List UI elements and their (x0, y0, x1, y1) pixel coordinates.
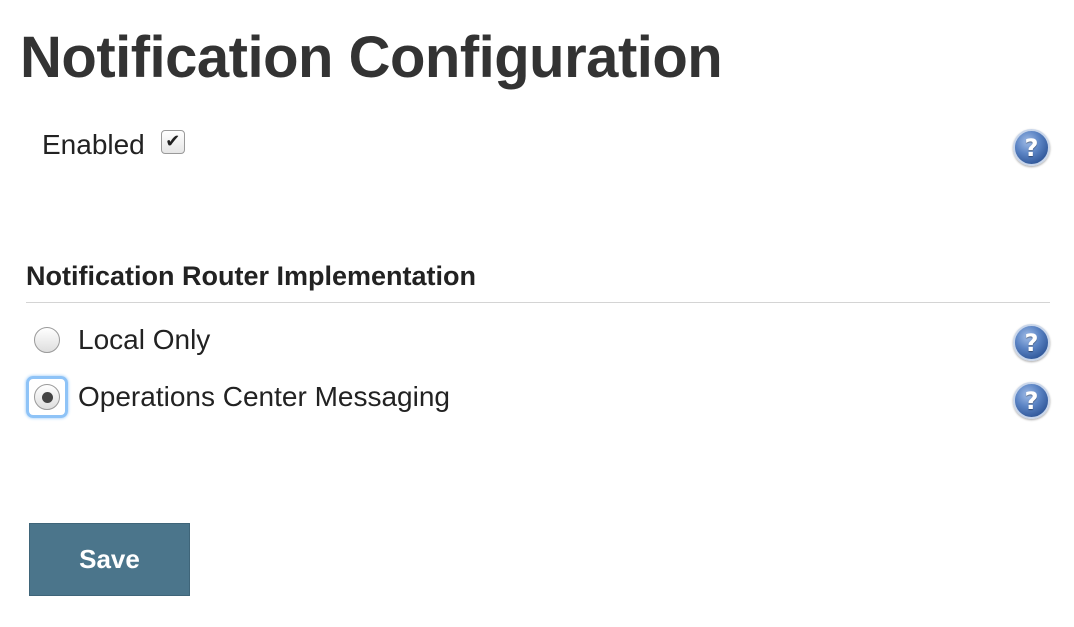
radio-circle (34, 327, 60, 353)
radio-circle (34, 384, 60, 410)
local-only-radio[interactable] (26, 319, 68, 361)
radio-option-local-only: Local Only (26, 318, 210, 362)
local-only-label[interactable]: Local Only (78, 321, 210, 359)
operations-center-messaging-radio[interactable] (26, 376, 68, 418)
operations-center-messaging-label[interactable]: Operations Center Messaging (78, 378, 450, 416)
operations-center-messaging-help-icon[interactable]: ? (1013, 382, 1050, 419)
enabled-checkbox[interactable]: ✔ (160, 130, 185, 154)
radio-option-operations-center-messaging: Operations Center Messaging (26, 375, 450, 419)
question-mark-glyph: ? (1024, 134, 1039, 162)
page-title: Notification Configuration (20, 25, 723, 90)
checkmark-icon: ✔ (165, 131, 181, 152)
enabled-row: Enabled ✔ (42, 126, 185, 164)
save-button[interactable]: Save (29, 523, 190, 596)
router-section-header: Notification Router Implementation (26, 261, 477, 291)
notification-configuration-page: Notification Configuration Enabled ✔ ? N… (0, 0, 1074, 627)
radio-selected-dot (41, 391, 53, 403)
enabled-help-icon[interactable]: ? (1013, 129, 1050, 166)
section-divider (26, 302, 1050, 303)
local-only-help-icon[interactable]: ? (1013, 324, 1050, 361)
question-mark-glyph: ? (1024, 329, 1039, 357)
question-mark-glyph: ? (1024, 387, 1039, 415)
enabled-label: Enabled (42, 129, 145, 160)
